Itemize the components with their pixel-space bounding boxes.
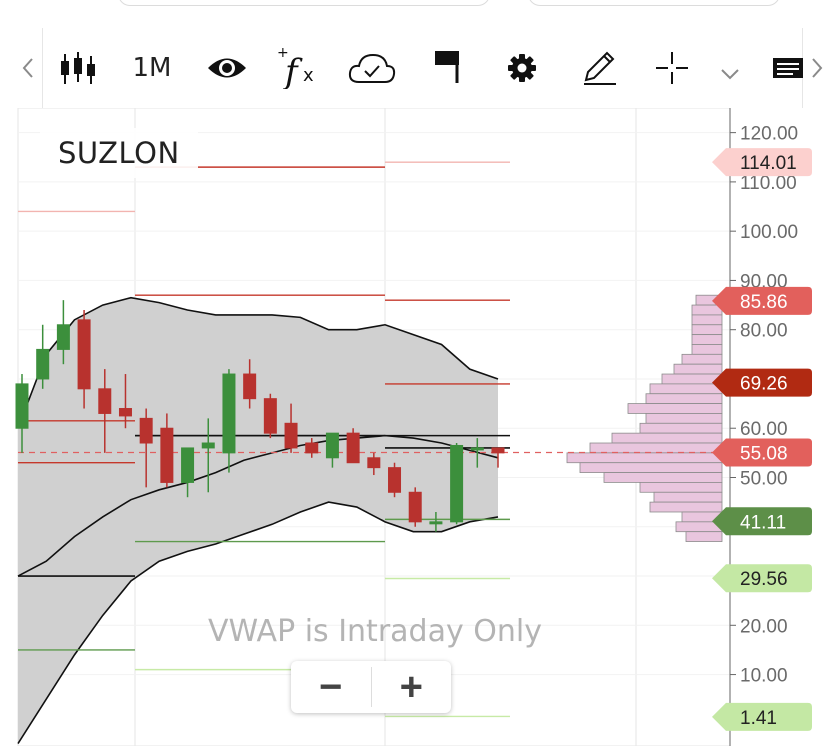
crosshair-icon[interactable]: [652, 48, 692, 88]
price-tick-label: 120.00: [740, 124, 798, 145]
candle: [408, 487, 422, 527]
price-tick-label: 100.00: [740, 222, 798, 243]
price-badge: 55.08: [712, 438, 812, 467]
price-tick-label: 10.00: [740, 666, 788, 687]
price-chart[interactable]: 10.0020.0030.0040.0050.0060.0070.0080.00…: [0, 108, 828, 746]
eye-icon[interactable]: [204, 48, 250, 88]
candle-body: [243, 373, 257, 400]
price-badge: 29.56: [712, 564, 812, 593]
candle-body: [118, 408, 132, 417]
candle-body: [284, 422, 298, 449]
chart-toolbar: 1M + f x: [0, 0, 828, 108]
zoom-out-button[interactable]: −: [291, 661, 371, 713]
price-tick-label: 60.00: [740, 419, 788, 440]
price-badge: 69.26: [712, 368, 812, 397]
chart-area[interactable]: 10.0020.0030.0040.0050.0060.0070.0080.00…: [0, 108, 828, 746]
candle-body: [429, 521, 443, 525]
candle-body: [305, 442, 319, 454]
candle-body: [491, 447, 505, 454]
volume-profile-bar: [639, 422, 723, 434]
volume-profile-bar: [685, 531, 723, 542]
fx-icon[interactable]: + f x: [274, 42, 322, 90]
candle-body: [367, 457, 381, 469]
volume-profile-bar: [603, 472, 723, 483]
gear-icon[interactable]: [502, 48, 542, 88]
svg-text:f: f: [282, 52, 303, 89]
candle-body: [201, 442, 215, 449]
top-tab-left[interactable]: [118, 0, 490, 6]
candle-body: [263, 398, 277, 434]
price-badge-label: 29.56: [740, 569, 788, 590]
list-panel-icon[interactable]: [770, 52, 806, 84]
symbol-label: SUZLON: [40, 128, 198, 178]
candlestick-icon[interactable]: [56, 46, 100, 90]
price-badge: 114.01: [712, 148, 812, 177]
candle-body: [139, 417, 153, 444]
candle-body: [325, 432, 339, 459]
top-tab-right[interactable]: [528, 0, 780, 6]
candle-body: [388, 467, 402, 493]
price-badge-label: 85.86: [740, 292, 788, 313]
price-badge-label: 114.01: [740, 153, 797, 174]
chevron-down-icon[interactable]: [716, 62, 744, 86]
candle-body: [160, 427, 174, 483]
price-badge-label: 41.11: [740, 512, 786, 533]
price-badge: 1.41: [712, 702, 812, 731]
price-badge-label: 1.41: [740, 708, 777, 729]
volume-profile-bar: [681, 353, 723, 365]
candle-body: [77, 319, 91, 390]
volume-profile-bar: [673, 363, 723, 375]
volume-profile-bar: [649, 501, 723, 513]
price-tick-label: 80.00: [740, 321, 788, 342]
price-badge: 85.86: [712, 286, 812, 315]
volume-profile-bar: [649, 383, 723, 395]
chevron-left-icon[interactable]: [14, 50, 42, 86]
volume-profile-bar: [579, 462, 723, 473]
price-badge-label: 55.08: [740, 443, 788, 464]
candle-body: [408, 491, 422, 523]
timeframe-button[interactable]: 1M: [124, 48, 180, 88]
volume-profile-bar: [691, 314, 723, 326]
candle-body: [346, 432, 360, 464]
pencil-icon[interactable]: [578, 46, 620, 88]
vwap-message: VWAP is Intraday Only: [208, 614, 542, 649]
zoom-control: − +: [291, 661, 451, 713]
volume-profile-bar: [645, 393, 723, 404]
volume-profile-bar: [691, 324, 723, 336]
toolbar-divider-left: [42, 28, 43, 108]
price-tick-label: 20.00: [740, 616, 788, 637]
candle: [450, 443, 464, 525]
candle-body: [56, 324, 70, 350]
candle-body: [222, 373, 236, 454]
price-badge-label: 69.26: [740, 374, 788, 395]
candle: [388, 462, 402, 498]
svg-text:x: x: [303, 65, 314, 86]
volume-profile-bar: [611, 432, 723, 444]
candle-body: [98, 388, 112, 414]
volume-profile-bar: [691, 344, 723, 355]
price-badge: 41.11: [712, 507, 812, 536]
chevron-right-icon[interactable]: [806, 50, 828, 86]
volume-profile-bar: [627, 403, 723, 414]
zoom-in-button[interactable]: +: [372, 661, 452, 713]
candle-body: [36, 348, 50, 380]
volume-profile-bar: [639, 482, 723, 493]
candle: [346, 428, 360, 464]
volume-profile-bar: [691, 334, 723, 345]
flag-icon[interactable]: [426, 46, 466, 86]
volume-profile-bar: [589, 442, 723, 454]
volume-profile-bar: [566, 452, 723, 464]
price-tick-label: 50.00: [740, 468, 788, 489]
cloud-check-icon[interactable]: [346, 48, 398, 88]
volume-profile-bar: [653, 491, 723, 503]
candle-body: [181, 447, 195, 483]
volume-profile-bar: [645, 413, 723, 424]
candle: [263, 393, 277, 439]
candle-body: [470, 447, 484, 451]
volume-profile-bar: [691, 304, 723, 316]
candle-body: [450, 444, 464, 523]
candle-body: [15, 383, 29, 429]
